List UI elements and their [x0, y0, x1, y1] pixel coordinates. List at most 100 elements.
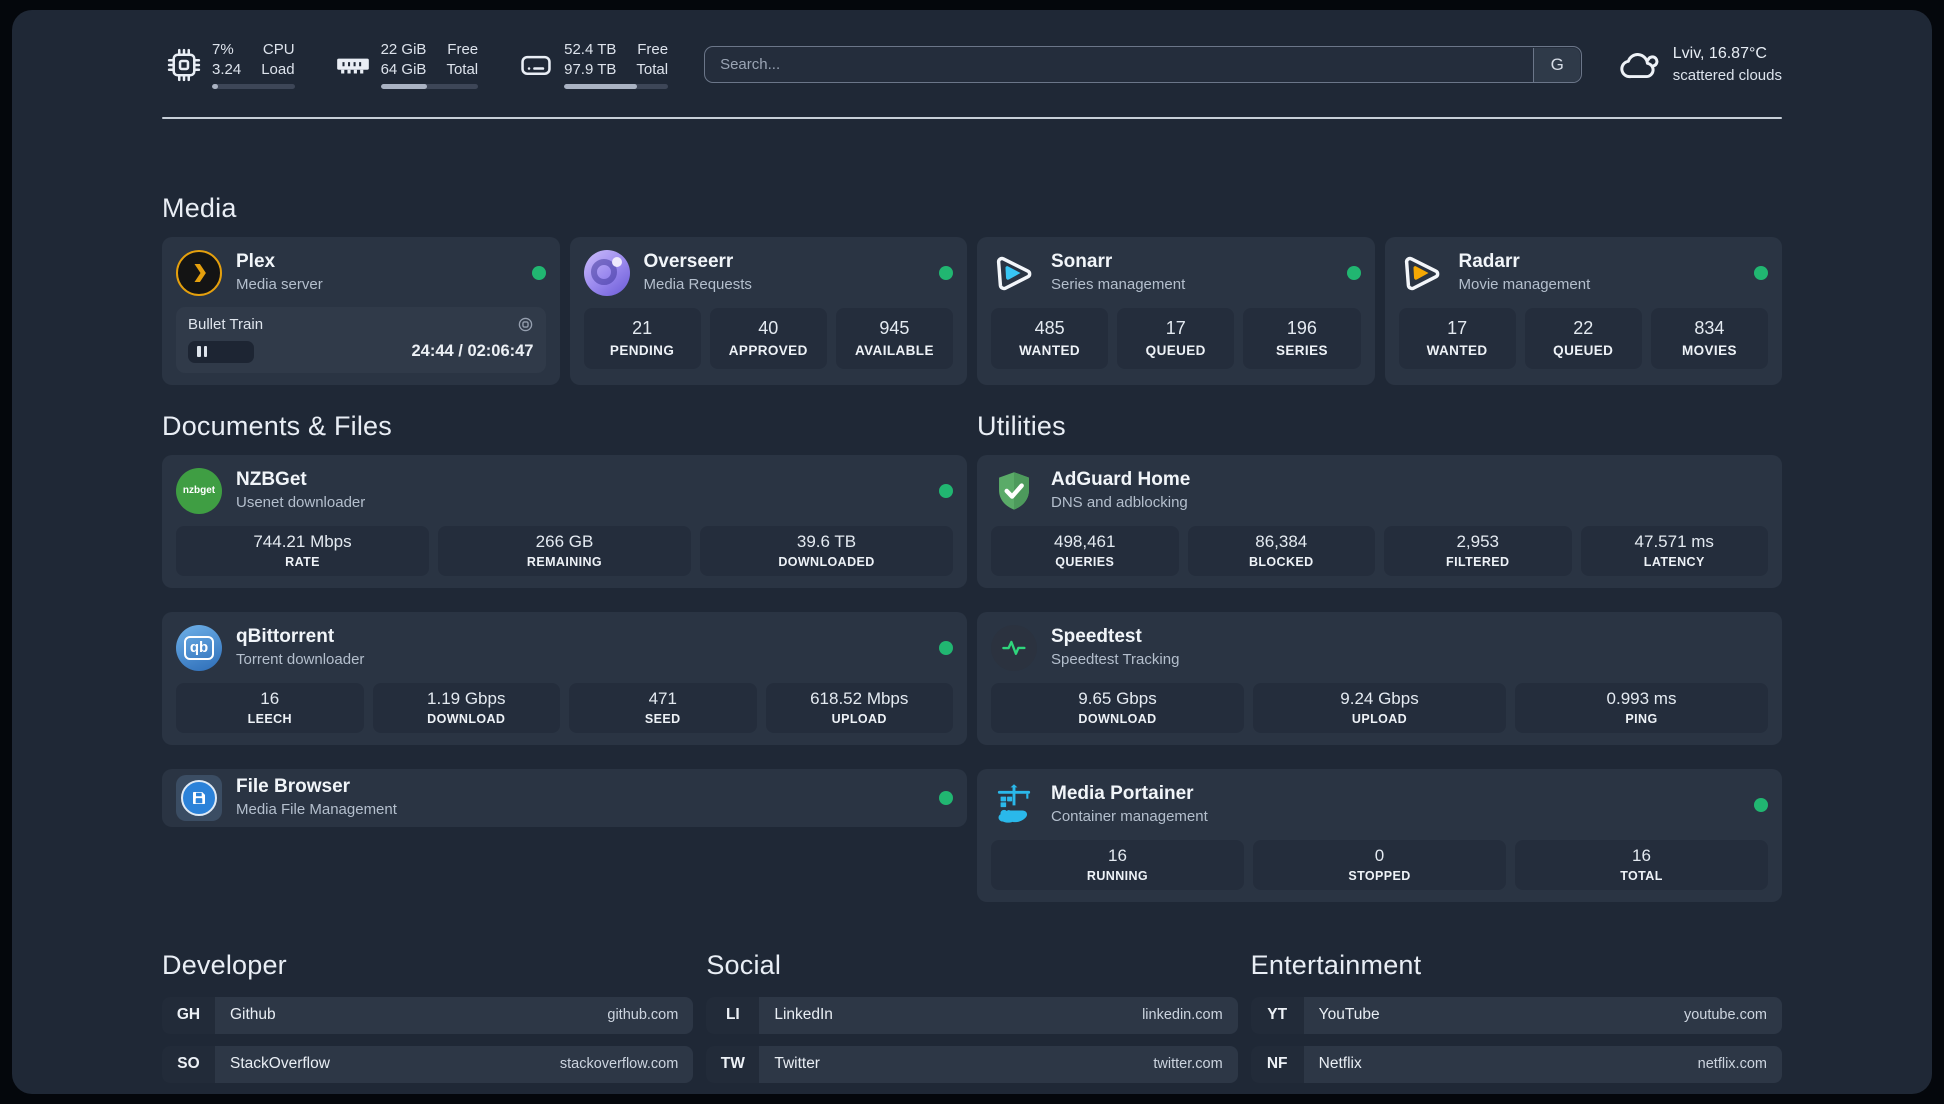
storage-progress-bar	[564, 84, 669, 89]
search-input[interactable]	[704, 46, 1582, 83]
storage-free-value: 52.4 TB	[564, 41, 617, 58]
bookmark-github[interactable]: GH Github github.com	[162, 996, 694, 1034]
memory-stat: 22 GiB 64 GiB Free Total	[331, 40, 479, 89]
stat-tile: 1.19 Gbps DOWNLOAD	[372, 682, 560, 733]
weather-condition: scattered clouds	[1672, 67, 1782, 85]
app-description: Movie management	[1458, 276, 1591, 294]
stat-tile: 17 QUEUED	[1117, 307, 1235, 369]
bookmark-linkedin[interactable]: LI LinkedIn linkedin.com	[706, 996, 1238, 1034]
status-online-dot	[939, 790, 953, 805]
app-card-portainer[interactable]: Media Portainer Container management 16 …	[977, 768, 1782, 902]
nzbget-icon: nzbget	[176, 467, 222, 514]
app-card-sonarr[interactable]: Sonarr Series management 485 WANTED 17 Q…	[977, 236, 1375, 385]
app-description: Media File Management	[236, 801, 397, 819]
app-description: Container management	[1051, 808, 1208, 826]
ram-icon	[331, 46, 375, 84]
status-online-dot	[939, 265, 953, 280]
cpu-progress-bar	[212, 84, 295, 89]
playback-progress[interactable]	[188, 340, 254, 363]
status-online-dot	[1346, 265, 1361, 280]
documents-column: Documents & Files nzbget NZBGet Usenet d…	[162, 411, 967, 902]
bookmark-url: youtube.com	[1683, 1007, 1767, 1023]
bookmark-url: linkedin.com	[1142, 1007, 1223, 1023]
stat-tile: 266 GB REMAINING	[438, 525, 691, 576]
plex-now-playing: Bullet Train 24:44 / 02:06:47	[176, 306, 546, 373]
status-online-dot	[531, 265, 546, 280]
weather-location-temp: Lviv, 16.87°C	[1672, 45, 1767, 63]
search-engine-button[interactable]: G	[1533, 47, 1581, 82]
stat-tile: 0.993 ms PING	[1515, 682, 1768, 733]
bookmark-name: Netflix	[1318, 1055, 1362, 1072]
scattered-clouds-icon	[1618, 44, 1660, 86]
utilities-column: Utilities AdGuard Home DNS and adblockin…	[977, 411, 1782, 902]
session-icon[interactable]	[517, 316, 534, 333]
bookmark-abbr: YT	[1250, 996, 1304, 1034]
section-title-developer: Developer	[162, 949, 287, 980]
app-name: File Browser	[236, 775, 351, 797]
filebrowser-icon	[176, 774, 222, 821]
bookmark-abbr: NF	[1250, 1045, 1304, 1083]
storage-stat: 52.4 TB 97.9 TB Free Total	[514, 40, 669, 89]
plex-icon	[176, 249, 222, 296]
app-card-qbittorrent[interactable]: qb qBittorrent Torrent downloader 16 LEE…	[162, 611, 967, 745]
radarr-icon	[1399, 250, 1445, 296]
stat-tile: 17 WANTED	[1398, 307, 1516, 369]
weather-widget: Lviv, 16.87°C scattered clouds	[1618, 42, 1782, 87]
app-name: Plex	[236, 250, 276, 272]
stat-tile: 47.571 ms LATENCY	[1580, 525, 1768, 576]
status-online-dot	[1754, 797, 1768, 812]
bookmark-abbr: TW	[706, 1045, 760, 1083]
pause-icon	[197, 346, 201, 357]
dashboard: 7% 3.24 CPU Load 22 GiB 64 GiB Free Tota…	[12, 10, 1932, 1094]
stat-tile: 16 RUNNING	[991, 839, 1244, 890]
app-card-filebrowser[interactable]: File Browser Media File Management	[162, 768, 967, 827]
bookmark-youtube[interactable]: YT YouTube youtube.com	[1250, 996, 1782, 1034]
status-online-dot	[1754, 265, 1768, 280]
memory-free-value: 22 GiB	[380, 41, 427, 58]
status-online-dot	[939, 640, 953, 655]
stat-tile: 9.65 Gbps DOWNLOAD	[991, 682, 1244, 733]
app-card-overseerr[interactable]: Overseerr Media Requests 21 PENDING 40 A…	[569, 236, 967, 385]
top-bar: 7% 3.24 CPU Load 22 GiB 64 GiB Free Tota…	[162, 40, 1782, 89]
bookmark-abbr: LI	[706, 996, 760, 1034]
app-card-adguard[interactable]: AdGuard Home DNS and adblocking 498,461 …	[977, 454, 1782, 588]
app-name: Sonarr	[1051, 250, 1113, 272]
bookmarks-social: Social LI LinkedIn linkedin.com TW Twitt…	[706, 949, 1238, 1095]
sonarr-icon	[991, 250, 1037, 296]
cpu-stat: 7% 3.24 CPU Load	[162, 40, 295, 89]
app-card-speedtest[interactable]: Speedtest Speedtest Tracking 9.65 Gbps D…	[977, 611, 1782, 745]
memory-total-value: 64 GiB	[380, 60, 427, 78]
app-description: Usenet downloader	[236, 494, 366, 512]
stat-tile: 9.24 Gbps UPLOAD	[1253, 682, 1506, 733]
bookmark-abbr: GH	[162, 996, 215, 1034]
section-title-entertainment: Entertainment	[1250, 949, 1422, 980]
bookmark-name: YouTube	[1318, 1006, 1380, 1023]
app-card-nzbget[interactable]: nzbget NZBGet Usenet downloader 744.21 M…	[162, 454, 967, 588]
stat-tile: 945 AVAILABLE	[835, 307, 954, 369]
app-name: Media Portainer	[1051, 782, 1194, 804]
stat-tile: 834 MOVIES	[1650, 307, 1769, 369]
app-description: DNS and adblocking	[1051, 494, 1188, 512]
bookmark-url: twitter.com	[1153, 1056, 1223, 1072]
app-name: qBittorrent	[236, 625, 335, 647]
stat-tile: 0 STOPPED	[1253, 839, 1506, 890]
cpu-usage-value: 7%	[212, 41, 234, 58]
bookmark-url: netflix.com	[1697, 1056, 1767, 1072]
storage-total-label: Total	[636, 60, 669, 78]
stat-tile: 39.6 TB DOWNLOADED	[700, 525, 953, 576]
bookmark-name: Twitter	[774, 1055, 820, 1072]
stat-tile: 16 TOTAL	[1515, 839, 1768, 890]
app-description: Media Requests	[643, 276, 752, 294]
memory-free-label: Free	[447, 41, 479, 58]
stat-tile: 86,384 BLOCKED	[1187, 525, 1375, 576]
bookmark-stackoverflow[interactable]: SO StackOverflow stackoverflow.com	[162, 1045, 694, 1083]
section-title-utilities: Utilities	[977, 410, 1066, 441]
bookmarks-entertainment: Entertainment YT YouTube youtube.com NF …	[1250, 949, 1782, 1095]
bookmark-netflix[interactable]: NF Netflix netflix.com	[1250, 1045, 1782, 1083]
bookmark-url: stackoverflow.com	[559, 1056, 679, 1072]
bookmark-twitter[interactable]: TW Twitter twitter.com	[706, 1045, 1238, 1083]
section-title-social: Social	[706, 949, 782, 980]
app-card-radarr[interactable]: Radarr Movie management 17 WANTED 22 QUE…	[1384, 236, 1782, 385]
bookmark-name: StackOverflow	[230, 1055, 330, 1072]
app-card-plex[interactable]: Plex Media server Bullet Train 24:44 / 0…	[162, 236, 560, 385]
